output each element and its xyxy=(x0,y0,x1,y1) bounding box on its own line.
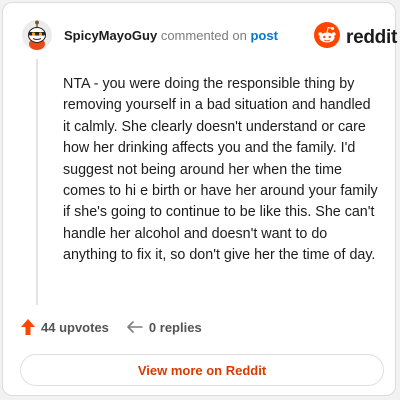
snoo-avatar-icon[interactable] xyxy=(22,20,52,50)
comment-header: SpicyMayoGuy commented on post xyxy=(64,28,278,44)
upvote-button[interactable]: 44 upvotes xyxy=(21,319,109,335)
reply-arrow-icon xyxy=(127,320,143,334)
upvote-arrow-icon xyxy=(21,319,35,335)
commented-on-text: commented on xyxy=(160,28,247,43)
reddit-brand[interactable]: reddit xyxy=(314,22,397,53)
view-more-on-reddit-button[interactable]: View more on Reddit xyxy=(20,354,384,386)
reddit-wordmark: reddit xyxy=(346,26,397,48)
username-link[interactable]: SpicyMayoGuy xyxy=(64,28,157,43)
reddit-logo-icon xyxy=(314,22,340,53)
comment-body: NTA - you were doing the responsible thi… xyxy=(63,76,378,264)
comment-actions: 44 upvotes 0 replies xyxy=(21,319,202,335)
post-link[interactable]: post xyxy=(250,28,277,43)
reply-count: 0 replies xyxy=(148,319,202,335)
reply-button[interactable]: 0 replies xyxy=(127,320,202,335)
upvote-count: 44 upvotes xyxy=(41,319,109,335)
reddit-comment-embed-card: SpicyMayoGuy commented on post reddit NT… xyxy=(2,2,397,396)
thread-line xyxy=(36,59,38,305)
